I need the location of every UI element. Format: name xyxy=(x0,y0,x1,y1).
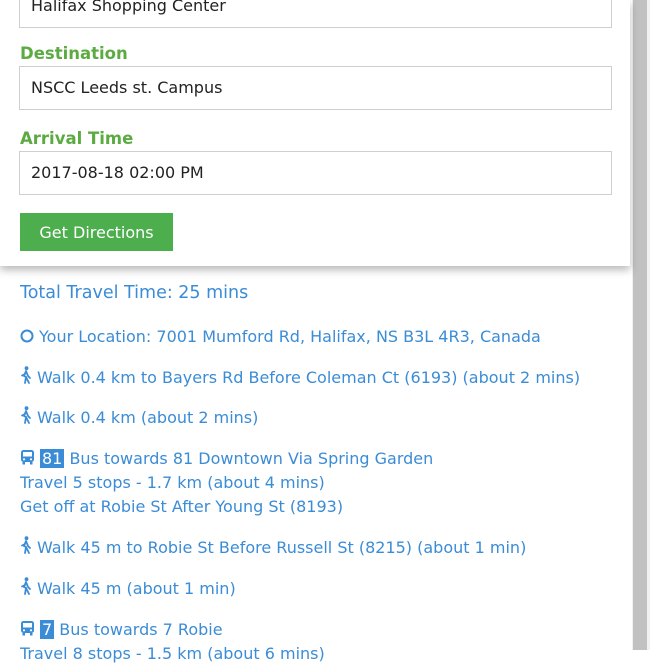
step-detail: Travel 5 stops - 1.7 km (about 4 mins) xyxy=(20,473,325,492)
walk-icon xyxy=(20,536,32,561)
directions-form: Halifax Shopping Center Destination NSCC… xyxy=(0,0,630,266)
bus-icon xyxy=(20,448,35,472)
step-walk: Walk 0.4 km (about 2 mins) xyxy=(20,406,258,431)
step-bus: 81 Bus towards 81 Downtown Via Spring Ga… xyxy=(20,447,433,472)
step-walk: Walk 0.4 km to Bayers Rd Before Coleman … xyxy=(20,366,580,391)
step-walk: Walk 45 m (about 1 min) xyxy=(20,577,236,602)
route-number-badge: 7 xyxy=(40,620,55,639)
total-travel-time: Total Travel Time: 25 mins xyxy=(20,283,249,303)
step-detail: Travel 8 stops - 1.5 km (about 6 mins) xyxy=(20,644,325,663)
step-text: Walk 45 m (about 1 min) xyxy=(37,579,236,598)
arrival-time-label: Arrival Time xyxy=(20,129,134,148)
step-walk: Walk 45 m to Robie St Before Russell St … xyxy=(20,536,526,561)
step-bus: 7 Bus towards 7 Robie xyxy=(20,618,223,643)
arrival-time-input[interactable]: 2017-08-18 02:00 PM xyxy=(19,151,612,195)
destination-label: Destination xyxy=(20,44,128,63)
step-your-location: Your Location: 7001 Mumford Rd, Halifax,… xyxy=(20,325,541,350)
step-text: Walk 0.4 km (about 2 mins) xyxy=(37,408,259,427)
walk-icon xyxy=(20,406,32,431)
destination-input[interactable]: NSCC Leeds st. Campus xyxy=(19,66,612,110)
step-text: Walk 0.4 km to Bayers Rd Before Coleman … xyxy=(37,368,581,387)
step-detail: Get off at Robie St After Young St (8193… xyxy=(20,497,344,516)
walk-icon xyxy=(20,577,32,602)
location-circle-icon xyxy=(20,326,34,350)
step-text: Bus towards 81 Downtown Via Spring Garde… xyxy=(69,449,434,468)
step-text: Bus towards 7 Robie xyxy=(59,620,223,639)
get-directions-button[interactable]: Get Directions xyxy=(20,213,173,251)
walk-icon xyxy=(20,366,32,391)
bus-icon xyxy=(20,619,35,643)
origin-input[interactable]: Halifax Shopping Center xyxy=(19,0,612,28)
step-text: Your Location: 7001 Mumford Rd, Halifax,… xyxy=(39,327,541,346)
route-number-badge: 81 xyxy=(40,449,65,468)
scrollbar-thumb[interactable] xyxy=(633,0,647,650)
step-text: Walk 45 m to Robie St Before Russell St … xyxy=(37,538,527,557)
